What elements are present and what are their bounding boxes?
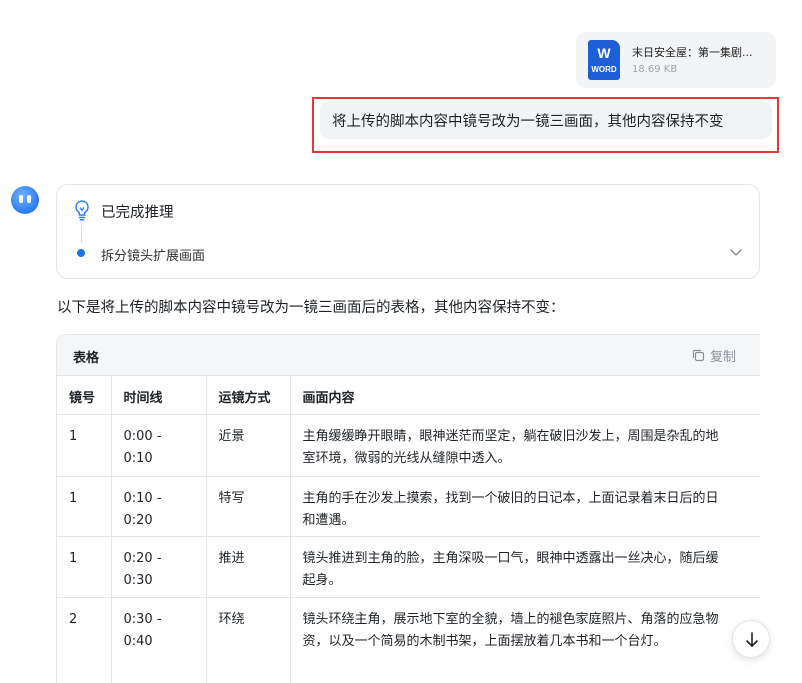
table-row: 2 0:30 - 0:40 环绕 镜头环绕主角，展示地下室的全貌，墙上的褪色家庭… xyxy=(57,597,760,683)
response-intro: 以下是将上传的脚本内容中镜号改为一镜三画面后的表格，其他内容保持不变： xyxy=(57,300,565,316)
table-row: 1 0:00 - 0:10 近景 主角缓缓睁开眼睛，眼神迷茫而坚定，躺在破旧沙发… xyxy=(57,414,760,477)
cell-content: 镜头环绕主角，展示地下室的全貌，墙上的褪色家庭照片、角落的应急物 资，以及一个简… xyxy=(290,597,760,683)
cell-time: 0:30 - 0:40 xyxy=(111,597,207,683)
content-line-2: 资，以及一个简易的木制书架，上面摆放着几本书和一个台灯。 xyxy=(302,633,667,649)
copy-icon xyxy=(692,349,705,362)
arrow-down-icon xyxy=(746,632,758,647)
column-header-content: 画面内容 xyxy=(290,376,760,415)
table-row: 1 0:20 - 0:30 推进 镜头推进到主角的脸，主角深吸一口气，眼神中透露… xyxy=(57,536,760,598)
scroll-to-bottom-button[interactable] xyxy=(732,620,770,658)
user-message: 将上传的脚本内容中镜号改为一镜三画面，其他内容保持不变 xyxy=(320,101,772,139)
file-attachment-card[interactable]: W WORD 末日安全屋：第一集剧... 18.69 KB xyxy=(576,32,776,88)
table-block: 表格 复制 镜号 时间线 运镜方式 画面内容 1 0:00 - 0:10 近景 … xyxy=(56,334,760,683)
cell-shot: 1 xyxy=(57,414,112,477)
content-line-1: 主角的手在沙发上摸索，找到一个破旧的日记本，上面记录着末日后的日 xyxy=(302,490,719,506)
content-line-1: 镜头推进到主角的脸，主角深吸一口气，眼神中透露出一丝决心，随后缓 xyxy=(302,550,719,566)
chevron-down-icon[interactable] xyxy=(729,245,743,259)
cell-camera: 推进 xyxy=(206,536,291,598)
avatar-eye-right xyxy=(27,195,31,203)
cell-time: 0:20 - 0:30 xyxy=(111,536,207,598)
table-row: 1 0:10 - 0:20 特写 主角的手在沙发上摸索，找到一个破旧的日记本，上… xyxy=(57,476,760,537)
content-line-2: 室环境，微弱的光线从缝隙中透入。 xyxy=(302,450,511,466)
cell-content: 镜头推进到主角的脸，主角深吸一口气，眼神中透露出一丝决心，随后缓 起身。 xyxy=(290,536,760,598)
table-toolbar: 表格 复制 xyxy=(57,335,760,376)
cell-camera: 环绕 xyxy=(206,597,291,683)
cell-time: 0:00 - 0:10 xyxy=(111,414,207,477)
cell-time: 0:10 - 0:20 xyxy=(111,476,207,537)
step-dot xyxy=(77,249,85,257)
file-name: 末日安全屋：第一集剧... xyxy=(632,46,753,59)
table-header-row: 镜号 时间线 运镜方式 画面内容 xyxy=(57,376,760,415)
assistant-avatar xyxy=(11,186,39,214)
column-header-time: 时间线 xyxy=(111,376,207,415)
column-header-camera: 运镜方式 xyxy=(206,376,291,415)
cell-content: 主角的手在沙发上摸索，找到一个破旧的日记本，上面记录着末日后的日 和遭遇。 xyxy=(290,476,760,537)
cell-shot: 2 xyxy=(57,597,112,683)
chat-page: W WORD 末日安全屋：第一集剧... 18.69 KB 将上传的脚本内容中镜… xyxy=(0,0,802,683)
content-line-2: 起身。 xyxy=(302,572,342,588)
reasoning-step: 拆分镜头扩展画面 xyxy=(101,249,206,264)
script-table: 镜号 时间线 运镜方式 画面内容 1 0:00 - 0:10 近景 主角缓缓睁开… xyxy=(57,376,760,683)
content-line-1: 镜头环绕主角，展示地下室的全貌，墙上的褪色家庭照片、角落的应急物 xyxy=(302,611,719,627)
reasoning-panel[interactable]: 已完成推理 拆分镜头扩展画面 xyxy=(56,184,760,279)
cell-content: 主角缓缓睁开眼睛，眼神迷茫而坚定，躺在破旧沙发上，周围是杂乱的地 室环境，微弱的… xyxy=(290,414,760,477)
copy-label: 复制 xyxy=(709,350,736,365)
cell-camera: 近景 xyxy=(206,414,291,477)
timeline-line xyxy=(81,225,82,243)
avatar-eye-left xyxy=(19,195,23,203)
content-line-1: 主角缓缓睁开眼睛，眼神迷茫而坚定，躺在破旧沙发上，周围是杂乱的地 xyxy=(302,428,719,444)
reasoning-status: 已完成推理 xyxy=(101,205,174,221)
cell-shot: 1 xyxy=(57,536,112,598)
lightbulb-icon xyxy=(75,200,89,221)
file-size: 18.69 KB xyxy=(632,64,678,75)
table-title: 表格 xyxy=(73,351,100,366)
content-line-2: 和遭遇。 xyxy=(302,512,355,528)
word-document-icon: W WORD xyxy=(588,40,620,80)
copy-button[interactable]: 复制 xyxy=(692,346,736,365)
cell-camera: 特写 xyxy=(206,476,291,537)
column-header-shot: 镜号 xyxy=(57,376,112,415)
cell-shot: 1 xyxy=(57,476,112,537)
